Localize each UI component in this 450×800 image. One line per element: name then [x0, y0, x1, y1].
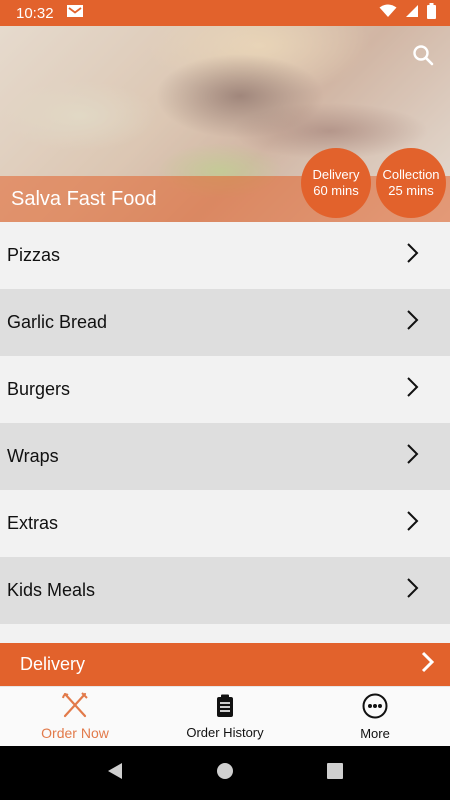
delivery-mode-bar[interactable]: Delivery — [0, 643, 450, 686]
more-icon — [362, 693, 388, 722]
category-item-pizzas[interactable]: Pizzas — [0, 222, 450, 289]
category-list: Pizzas Garlic Bread Burgers Wraps Extras… — [0, 222, 450, 624]
category-label: Burgers — [7, 379, 71, 399]
search-icon — [412, 44, 434, 71]
category-label: Garlic Bread — [7, 312, 108, 332]
bottom-navigation: Order Now Order History More — [0, 686, 450, 746]
signal-icon — [405, 4, 419, 22]
search-button[interactable] — [410, 44, 436, 70]
category-item-wraps[interactable]: Wraps — [0, 423, 450, 490]
nav-more[interactable]: More — [300, 687, 450, 746]
category-item-extras[interactable]: Extras — [0, 490, 450, 557]
delivery-time-badge: Delivery 60 mins — [301, 148, 371, 218]
category-item-garlic-bread[interactable]: Garlic Bread — [0, 289, 450, 356]
delivery-badge-time: 60 mins — [313, 183, 359, 198]
delivery-badge-label: Delivery — [312, 167, 360, 182]
mail-icon — [66, 4, 84, 22]
chevron-right-icon — [406, 577, 420, 604]
fork-knife-icon — [61, 692, 89, 721]
delivery-bar-label: Delivery — [20, 654, 86, 674]
category-item-kids-meals[interactable]: Kids Meals — [0, 557, 450, 624]
back-icon[interactable] — [107, 762, 123, 785]
collection-badge-label: Collection — [382, 167, 440, 182]
chevron-right-icon — [420, 650, 436, 679]
nav-label: Order Now — [41, 725, 109, 741]
system-navigation-bar — [0, 746, 450, 800]
category-label: Pizzas — [7, 245, 61, 265]
hero-banner: Salva Fast Food Delivery 60 mins Collect… — [0, 26, 450, 222]
chevron-right-icon — [406, 510, 420, 537]
home-icon[interactable] — [216, 762, 234, 785]
recents-icon[interactable] — [327, 762, 344, 784]
chevron-right-icon — [406, 242, 420, 269]
nav-label: More — [360, 725, 390, 741]
clipboard-icon — [216, 694, 234, 721]
collection-badge-time: 25 mins — [388, 183, 434, 198]
status-bar: 10:32 — [0, 0, 450, 26]
nav-order-now[interactable]: Order Now — [0, 687, 150, 746]
chevron-right-icon — [406, 309, 420, 336]
category-label: Wraps — [7, 446, 59, 466]
battery-icon — [427, 3, 436, 23]
collection-time-badge: Collection 25 mins — [376, 148, 446, 218]
chevron-right-icon — [406, 443, 420, 470]
status-time: 10:32 — [16, 4, 54, 22]
category-label: Extras — [7, 513, 59, 533]
wifi-icon — [379, 4, 397, 22]
chevron-right-icon — [406, 376, 420, 403]
nav-order-history[interactable]: Order History — [150, 687, 300, 746]
category-label: Kids Meals — [7, 580, 96, 600]
category-item-burgers[interactable]: Burgers — [0, 356, 450, 423]
nav-label: Order History — [186, 724, 264, 740]
restaurant-name: Salva Fast Food — [11, 188, 157, 210]
